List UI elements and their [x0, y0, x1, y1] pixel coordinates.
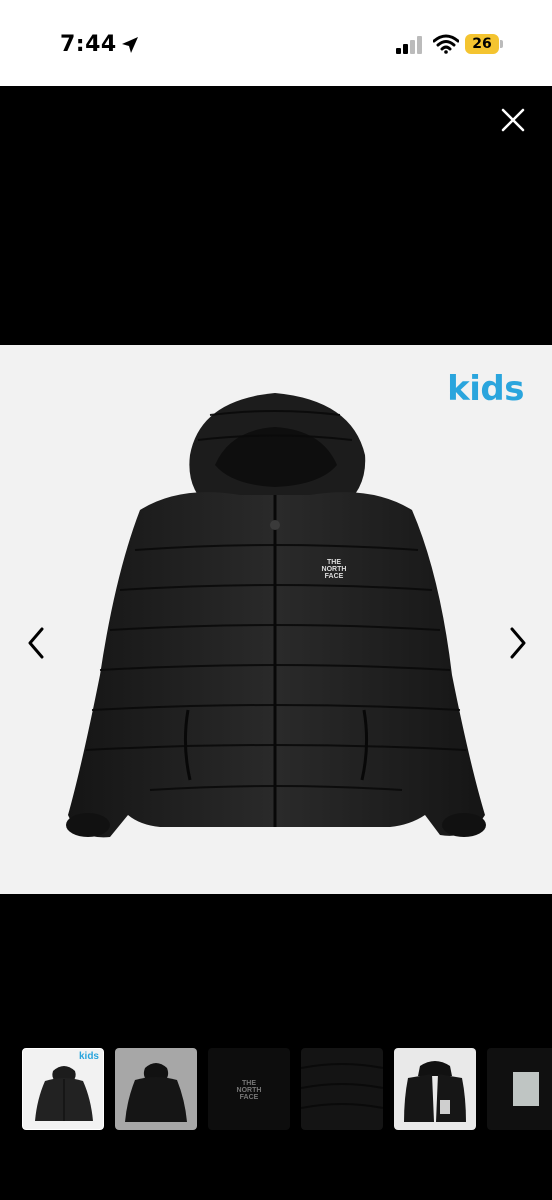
wifi-icon	[433, 34, 459, 54]
cellular-signal-icon	[396, 36, 422, 54]
battery-level: 26	[472, 36, 492, 52]
thumbnail-kids-badge: kids	[78, 1051, 99, 1062]
brand-logo-line: FACE	[324, 573, 344, 580]
status-time: 7:44	[60, 32, 117, 57]
thumbnail-logo-line: NORTH	[236, 1087, 262, 1094]
thumbnail-logo-line: THE	[242, 1080, 256, 1087]
thumbnail-2[interactable]	[115, 1048, 197, 1130]
thumbnail-1[interactable]: kids	[22, 1048, 104, 1130]
brand-logo: THE NORTH FACE	[318, 559, 350, 580]
thumbnail-4[interactable]	[301, 1048, 383, 1130]
thumbnail-detail-icon	[301, 1063, 383, 1109]
chevron-right-icon[interactable]	[502, 623, 532, 663]
thumbnail-logo: THE NORTH FACE	[232, 1080, 266, 1101]
jacket-illustration	[66, 393, 486, 838]
brand-logo-line: NORTH	[321, 566, 347, 573]
brand-logo-line: THE	[327, 559, 341, 566]
location-arrow-icon	[122, 37, 138, 53]
thumbnail-label-icon	[513, 1072, 539, 1106]
thumbnail-logo-line: FACE	[239, 1094, 259, 1101]
chevron-left-icon[interactable]	[22, 623, 52, 663]
close-icon[interactable]	[497, 104, 529, 136]
product-image: kids THE NORTH FACE	[0, 345, 552, 894]
battery-tip	[500, 40, 503, 48]
battery-icon: 26	[465, 34, 499, 54]
status-bar: 7:44 26	[0, 0, 552, 86]
thumbnail-jacket-back-icon	[125, 1063, 187, 1122]
thumbnail-3[interactable]: THE NORTH FACE	[208, 1048, 290, 1130]
thumbnail-open-jacket-icon	[404, 1061, 466, 1122]
thumbnail-6[interactable]	[487, 1048, 552, 1130]
thumbnail-5[interactable]	[394, 1048, 476, 1130]
thumbnail-strip: kids THE NORTH FACE	[22, 1048, 552, 1132]
